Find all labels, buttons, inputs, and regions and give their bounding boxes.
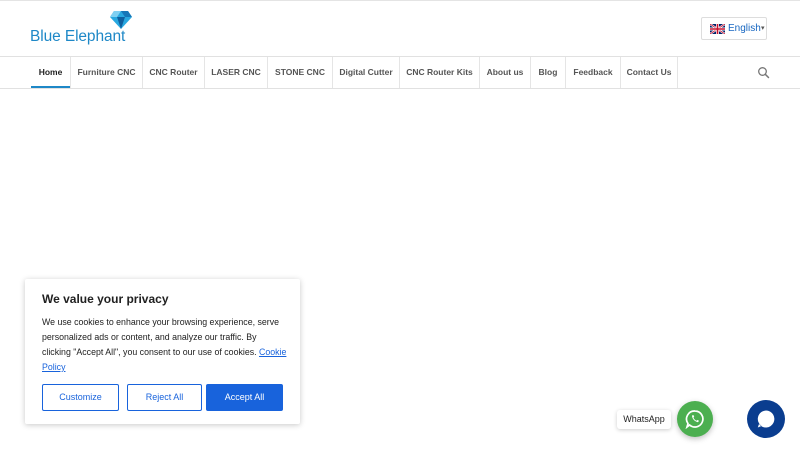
whatsapp-button[interactable] <box>677 401 713 437</box>
nav-item-contact-us[interactable]: Contact Us <box>621 57 677 88</box>
nav-item-about-us[interactable]: About us <box>480 57 530 88</box>
cookie-consent-banner: We value your privacy We use cookies to … <box>25 279 300 424</box>
cookie-description-text: We use cookies to enhance your browsing … <box>42 317 279 357</box>
chevron-down-icon: ▾ <box>761 25 765 32</box>
whatsapp-label[interactable]: WhatsApp <box>617 410 671 429</box>
customize-button[interactable]: Customize <box>42 384 119 411</box>
whatsapp-icon <box>685 410 704 429</box>
accept-all-button[interactable]: Accept All <box>206 384 283 411</box>
language-selector[interactable]: English ▾ <box>701 17 767 40</box>
language-label: English <box>728 23 761 34</box>
search-icon[interactable] <box>757 66 771 80</box>
nav-divider-bottom <box>0 88 800 89</box>
main-nav: Home Furniture CNC CNC Router LASER CNC … <box>0 57 800 88</box>
nav-separator <box>677 57 678 88</box>
cookie-title: We value your privacy <box>42 292 169 306</box>
live-chat-button[interactable] <box>747 400 785 438</box>
cookie-description: We use cookies to enhance your browsing … <box>42 315 287 375</box>
logo-text: Blue Elephant <box>30 28 126 45</box>
nav-item-cnc-router-kits[interactable]: CNC Router Kits <box>400 57 479 88</box>
nav-item-digital-cutter[interactable]: Digital Cutter <box>333 57 399 88</box>
nav-item-blog[interactable]: Blog <box>531 57 565 88</box>
site-header: Blue Elephant English ▾ <box>0 1 800 56</box>
nav-item-laser-cnc[interactable]: LASER CNC <box>205 57 267 88</box>
nav-item-feedback[interactable]: Feedback <box>566 57 620 88</box>
diamond-logo-icon <box>110 11 132 29</box>
uk-flag-icon <box>710 24 725 34</box>
reject-all-button[interactable]: Reject All <box>127 384 202 411</box>
nav-item-home[interactable]: Home <box>31 57 70 88</box>
nav-item-cnc-router[interactable]: CNC Router <box>143 57 204 88</box>
chat-icon <box>757 410 775 428</box>
site-logo[interactable]: Blue Elephant <box>30 11 140 49</box>
nav-item-stone-cnc[interactable]: STONE CNC <box>268 57 332 88</box>
nav-item-furniture-cnc[interactable]: Furniture CNC <box>71 57 142 88</box>
